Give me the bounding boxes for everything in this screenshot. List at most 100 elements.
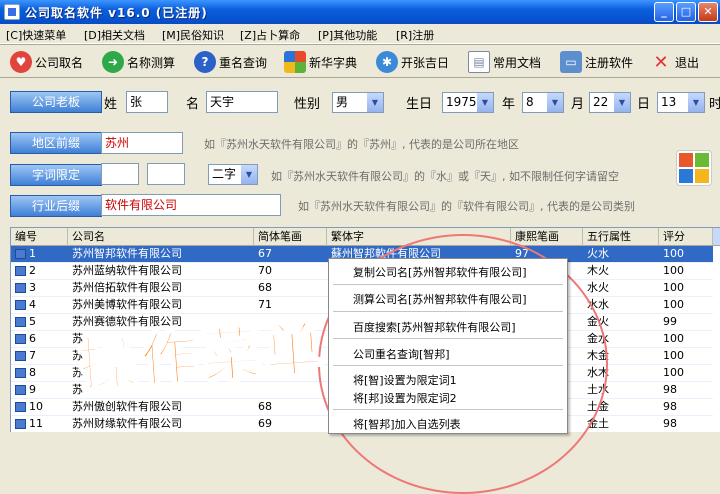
table-cell: 100 [659, 246, 713, 263]
given-name-field[interactable]: 天宇 [206, 91, 278, 113]
close-button[interactable]: ✕ [698, 2, 718, 22]
menu-quick[interactable]: [C]快速菜单 [6, 27, 66, 43]
table-cell: 1 [11, 246, 68, 263]
cell-text: 水水 [587, 298, 609, 311]
cell-text: 苏 [72, 349, 83, 362]
col-header-id[interactable]: 编号 [11, 228, 68, 246]
col-header-kangxi-strokes[interactable]: 康熙笔画 [511, 228, 583, 246]
cell-text: 99 [663, 315, 677, 328]
industry-suffix-button[interactable]: 行业后缀 [10, 195, 102, 217]
col-header-simplified-strokes[interactable]: 简体笔画 [254, 228, 327, 246]
monitor-icon: ▭ [560, 51, 582, 73]
region-field[interactable]: 苏州 [101, 132, 183, 154]
ctx-set-limit-word-1[interactable]: 将[智]设置为限定词1 [353, 372, 457, 388]
word-hint: 如『苏州水天软件有限公司』的『水』或『天』, 如不限制任何字请留空 [271, 170, 619, 183]
cell-text: 苏州傲创软件有限公司 [72, 400, 182, 413]
industry-field[interactable]: 软件有限公司 [101, 194, 281, 216]
scrollbar[interactable] [713, 228, 720, 246]
birth-hour-select[interactable]: 13 ▼ [657, 92, 705, 113]
maximize-button[interactable]: □ [676, 2, 696, 22]
cell-text: 苏州美博软件有限公司 [72, 298, 182, 311]
cell-text: 100 [663, 247, 684, 260]
heart-icon: ♥ [10, 51, 32, 73]
col-header-company[interactable]: 公司名 [68, 228, 254, 246]
birth-day-select[interactable]: 22 ▼ [589, 92, 631, 113]
minimize-button[interactable]: _ [654, 2, 674, 22]
name-analysis-button[interactable]: ➜ 名称测算 [102, 49, 175, 75]
table-cell: 苏州倍拓软件有限公司 [68, 280, 254, 297]
col-header-score[interactable]: 评分 [659, 228, 713, 246]
ctx-copy-name[interactable]: 复制公司名[苏州智邦软件有限公司] [353, 264, 527, 280]
table-cell: 10 [11, 399, 68, 416]
birth-year-select[interactable]: 1975 ▼ [442, 92, 494, 113]
col-header-traditional[interactable]: 繁体字 [327, 228, 511, 246]
row-icon [15, 249, 26, 259]
table-cell: 金火 [583, 314, 659, 331]
birth-month-select[interactable]: 8 ▼ [522, 92, 564, 113]
ctx-set-limit-word-2[interactable]: 将[邦]设置为限定词2 [353, 390, 457, 406]
exit-button[interactable]: ✕ 退出 [650, 49, 699, 75]
given-name-label: 名 [186, 97, 200, 112]
surname-field[interactable]: 张 [126, 91, 168, 113]
documents-button[interactable]: ▤ 常用文档 [468, 49, 541, 75]
cell-text: 火水 [587, 247, 609, 260]
table-cell [254, 348, 327, 365]
cell-text: 100 [663, 281, 684, 294]
region-prefix-button[interactable]: 地区前缀 [10, 132, 102, 154]
table-cell: 8 [11, 365, 68, 382]
context-menu[interactable]: 复制公司名[苏州智邦软件有限公司] 测算公司名[苏州智邦软件有限公司] 百度搜索… [328, 258, 568, 434]
hour-unit: 时 [709, 97, 720, 112]
cell-text: 71 [258, 298, 272, 311]
app-icon [4, 4, 20, 20]
cell-text: 苏 [72, 332, 83, 345]
ctx-duplicate-query[interactable]: 公司重名查询[智邦] [353, 346, 450, 362]
table-cell: 苏州智邦软件有限公司 [68, 246, 254, 263]
table-cell: 100 [659, 263, 713, 280]
table-cell: 11 [11, 416, 68, 432]
opening-date-button[interactable]: ✱ 开张吉日 [376, 49, 449, 75]
duplicate-name-query-button[interactable]: ? 重名查询 [194, 49, 267, 75]
menu-divination[interactable]: [Z]占卜算命 [240, 27, 300, 43]
ctx-analyze-name[interactable]: 测算公司名[苏州智邦软件有限公司] [353, 291, 527, 307]
col-header-five-elements[interactable]: 五行属性 [583, 228, 659, 246]
table-cell: 3 [11, 280, 68, 297]
table-cell [254, 314, 327, 331]
table-cell: 火水 [583, 246, 659, 263]
table-cell: 土金 [583, 399, 659, 416]
cell-text: 4 [29, 298, 36, 311]
chevron-down-icon: ▼ [477, 93, 493, 112]
help-icon: ? [194, 51, 216, 73]
month-unit: 月 [571, 97, 585, 112]
register-software-button[interactable]: ▭ 注册软件 [560, 49, 633, 75]
dictionary-button[interactable]: 新华字典 [284, 49, 357, 75]
cell-text: 1 [29, 247, 36, 260]
limit-word-1-field[interactable] [101, 163, 139, 185]
ctx-separator [333, 365, 563, 366]
row-icon [15, 402, 26, 412]
cell-text: 98 [663, 417, 677, 430]
ctx-add-to-favorites[interactable]: 将[智邦]加入自选列表 [353, 416, 461, 432]
word-count-select[interactable]: 二字 ▼ [208, 164, 258, 185]
table-cell: 98 [659, 416, 713, 432]
title-bar[interactable]: 公司取名软件 v16.0 (已注册) _ □ ✕ [0, 0, 720, 24]
company-naming-button[interactable]: ♥ 公司取名 [10, 49, 83, 75]
row-icon [15, 300, 26, 310]
menu-other[interactable]: [P]其他功能 [318, 27, 377, 43]
gender-label: 性别 [294, 97, 321, 112]
word-limit-button[interactable]: 字词限定 [10, 164, 102, 186]
table-cell: 100 [659, 365, 713, 382]
gender-select[interactable]: 男 ▼ [332, 92, 384, 113]
table-cell: 苏州蓝纳软件有限公司 [68, 263, 254, 280]
limit-word-2-field[interactable] [147, 163, 185, 185]
table-cell: 苏州傲创软件有限公司 [68, 399, 254, 416]
menu-register[interactable]: [R]注册 [396, 27, 434, 43]
cell-text: 水木 [587, 366, 609, 379]
ctx-baidu-search[interactable]: 百度搜索[苏州智邦软件有限公司] [353, 319, 516, 335]
cell-text: 金火 [587, 315, 609, 328]
menu-folk[interactable]: [M]民俗知识 [162, 27, 224, 43]
table-cell: 水火 [583, 280, 659, 297]
cell-text: 100 [663, 366, 684, 379]
table-cell: 98 [659, 382, 713, 399]
company-boss-button[interactable]: 公司老板 [10, 91, 102, 113]
menu-docs[interactable]: [D]相关文档 [84, 27, 145, 43]
